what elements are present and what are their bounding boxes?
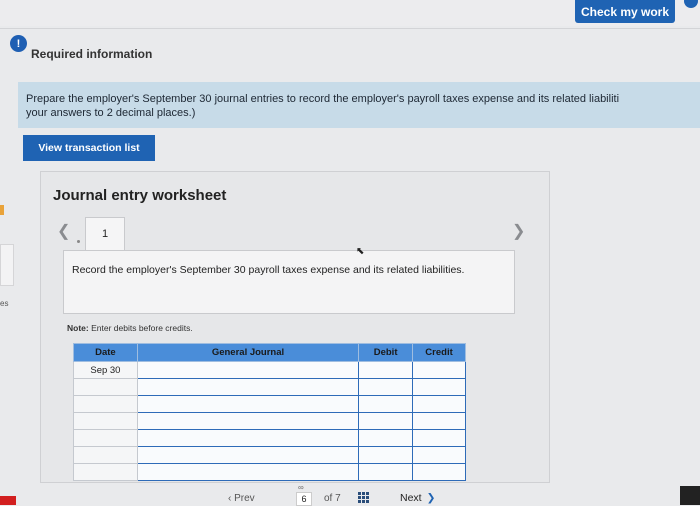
instruction-line-1: Prepare the employer's September 30 jour…: [26, 93, 620, 105]
date-cell: Sep 30: [73, 361, 138, 379]
general-journal-input[interactable]: [136, 361, 360, 379]
header-date: Date: [73, 343, 138, 362]
table-row: Sep 30: [73, 361, 466, 379]
date-cell: [73, 378, 138, 396]
view-transaction-list-button[interactable]: View transaction list: [23, 135, 155, 161]
debit-input[interactable]: [358, 412, 414, 430]
credit-input[interactable]: [412, 395, 466, 413]
table-row: [73, 446, 466, 464]
worksheet-tab-1[interactable]: 1: [85, 217, 125, 250]
debit-input[interactable]: [358, 378, 414, 396]
link-icon: ∞: [298, 483, 304, 492]
info-icon: !: [10, 35, 27, 52]
credit-input[interactable]: [412, 463, 466, 481]
record-instruction-box: Record the employer's September 30 payro…: [63, 250, 515, 314]
credit-input[interactable]: [412, 446, 466, 464]
chevron-right-icon: ❯: [426, 492, 436, 504]
table-row: [73, 412, 466, 430]
grid-icon[interactable]: [358, 492, 370, 503]
date-cell: [73, 429, 138, 447]
header-divider: [0, 28, 700, 29]
header-credit: Credit: [412, 343, 466, 362]
prev-button[interactable]: ‹ Prev: [228, 493, 255, 504]
table-row: [73, 378, 466, 396]
general-journal-input[interactable]: [136, 395, 360, 413]
journal-entry-table: Date General Journal Debit Credit Sep 30: [73, 343, 466, 481]
chevron-right-icon[interactable]: ❯: [512, 221, 525, 241]
credit-input[interactable]: [412, 378, 466, 396]
chevron-left-icon: ‹: [228, 493, 232, 504]
worksheet-title: Journal entry worksheet: [53, 187, 227, 204]
date-cell: [73, 412, 138, 430]
general-journal-input[interactable]: [136, 378, 360, 396]
credit-input[interactable]: [412, 361, 466, 379]
side-marker: [0, 205, 4, 215]
note-label: Note:: [67, 323, 89, 333]
debit-input[interactable]: [358, 446, 414, 464]
side-tag: es: [0, 299, 9, 308]
header-general-journal: General Journal: [136, 343, 360, 362]
next-button[interactable]: Next ❯: [400, 492, 435, 504]
debit-input[interactable]: [358, 429, 414, 447]
page-total: of 7: [324, 493, 341, 504]
instruction-box: Prepare the employer's September 30 jour…: [18, 82, 700, 128]
table-row: [73, 395, 466, 413]
date-cell: [73, 463, 138, 481]
table-row: [73, 429, 466, 447]
general-journal-input[interactable]: [136, 412, 360, 430]
page-number-input[interactable]: 6: [296, 492, 312, 506]
prev-label: Prev: [234, 493, 255, 504]
date-cell: [73, 446, 138, 464]
record-text: Record the employer's September 30 payro…: [72, 264, 465, 276]
date-cell: [73, 395, 138, 413]
table-row: [73, 463, 466, 481]
next-label: Next: [400, 492, 422, 504]
note-text: Enter debits before credits.: [91, 323, 193, 333]
debit-input[interactable]: [358, 361, 414, 379]
bottom-right-edge: [680, 486, 700, 505]
debit-input[interactable]: [358, 463, 414, 481]
check-my-work-button[interactable]: Check my work: [575, 0, 675, 23]
credit-input[interactable]: [412, 429, 466, 447]
mouse-cursor-icon: ⬉: [356, 246, 365, 257]
table-header-row: Date General Journal Debit Credit: [73, 343, 466, 362]
debit-input[interactable]: [358, 395, 414, 413]
entry-note: Note: Enter debits before credits.: [67, 323, 193, 333]
chevron-left-icon[interactable]: ❮: [57, 221, 70, 241]
bottom-left-marker: [0, 496, 16, 505]
header-debit: Debit: [358, 343, 414, 362]
side-panel-edge: [0, 244, 14, 286]
credit-input[interactable]: [412, 412, 466, 430]
general-journal-input[interactable]: [136, 429, 360, 447]
instruction-line-2: your answers to 2 decimal places.): [26, 107, 196, 119]
general-journal-input[interactable]: [136, 463, 360, 481]
general-journal-input[interactable]: [136, 446, 360, 464]
indicator-dot: [77, 240, 80, 243]
required-info-title: Required information: [31, 47, 153, 61]
